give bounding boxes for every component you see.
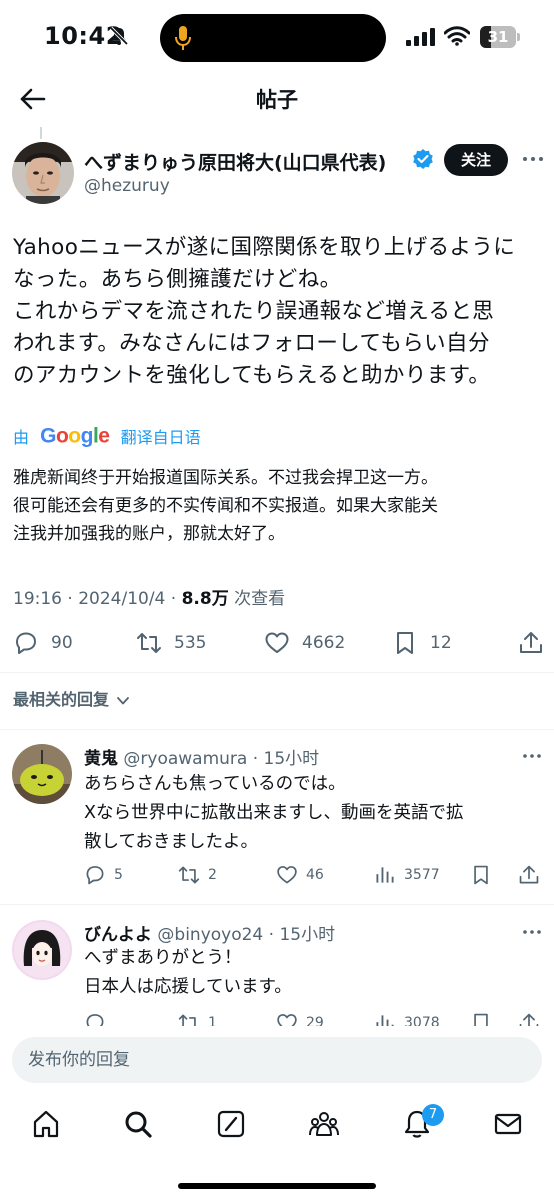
post-views-count: 8.8万 <box>181 589 229 609</box>
translated-text: 雅虎新闻终于开始报道国际关系。不过我会捍卫这一方。 很可能还会有更多的不实传闻和… <box>13 468 438 544</box>
reply-count: 5 <box>114 867 123 883</box>
reply-action-bar: 5 2 46 3577 <box>84 862 544 892</box>
more-options-icon[interactable] <box>520 744 544 768</box>
tab-messages[interactable] <box>492 1108 524 1140</box>
post-views-label: 次查看 <box>228 589 286 609</box>
reply-author-handle[interactable]: @ryoawamura · 15小时 <box>118 749 319 769</box>
chevron-down-icon <box>116 696 129 704</box>
author-handle[interactable]: @hezuruy <box>84 176 170 196</box>
google-logo: Google <box>40 424 110 448</box>
views-count: 3577 <box>404 867 440 883</box>
reply-header: びんよよ @binyoyo24 · 15小时 <box>84 920 335 945</box>
cellular-signal-icon <box>406 28 435 46</box>
post-body-text: Yahooニュースが遂に国際関係を取り上げるように なった。あちら側擁護だけどね… <box>13 235 516 388</box>
reply-avatar[interactable] <box>12 920 72 980</box>
reply-icon <box>16 632 36 654</box>
reply-text: へずまありがとう！ 日本人は応援しています。 <box>84 948 292 997</box>
divider <box>0 672 554 673</box>
reply-author-handle[interactable]: @binyoyo24 · 15小时 <box>152 925 335 945</box>
heart-icon <box>265 632 289 653</box>
reply-text: あちらさんも焦っているのでは。 Xなら世界中に拡散出来ますし、動画を英語で拡 散… <box>84 774 464 852</box>
post-meta: 19:16 · 2024/10/4 · 8.8万 次查看 <box>13 584 285 609</box>
repost-count: 2 <box>208 867 217 883</box>
reply-author-name[interactable]: びんよよ <box>84 925 152 945</box>
translate-source-label: 翻译自日语 <box>120 428 201 448</box>
verified-badge-icon <box>413 149 433 169</box>
analytics-icon <box>376 867 394 883</box>
thread-connector <box>40 127 42 139</box>
bell-muted-icon <box>109 26 129 46</box>
share-icon <box>519 865 539 884</box>
heart-icon <box>277 866 297 884</box>
bookmark-icon <box>474 865 488 885</box>
like-count: 46 <box>306 867 324 883</box>
tab-search[interactable] <box>122 1108 154 1140</box>
follow-button[interactable]: 关注 <box>444 144 508 176</box>
repost-count: 535 <box>174 633 207 653</box>
microphone-icon <box>175 26 191 50</box>
share-icon <box>520 632 542 653</box>
post-timestamp[interactable]: 19:16 · 2024/10/4 · <box>13 589 182 609</box>
battery-percent: 31 <box>487 28 509 46</box>
bookmark-icon <box>397 632 413 654</box>
reply-input[interactable]: 发布你的回复 <box>12 1037 542 1083</box>
grok-icon <box>217 1110 245 1138</box>
tab-communities[interactable] <box>308 1108 340 1140</box>
reply-avatar[interactable] <box>12 744 72 804</box>
more-options-icon[interactable] <box>520 146 546 172</box>
divider <box>0 904 554 905</box>
status-bar: 10:42 31 <box>0 0 554 78</box>
reply-icon <box>86 866 104 885</box>
author-name[interactable]: へずまりゅう原田将大(山口県代表) <box>84 148 386 175</box>
home-indicator <box>178 1183 376 1189</box>
more-options-icon[interactable] <box>520 920 544 944</box>
like-count: 4662 <box>302 633 346 653</box>
reply-count: 90 <box>51 633 73 653</box>
repost-icon <box>178 866 200 884</box>
tab-grok[interactable] <box>215 1108 247 1140</box>
post-action-bar: 90 535 4662 12 <box>0 626 554 666</box>
communities-icon <box>309 1112 339 1136</box>
reply-header: 黄鬼 @ryoawamura · 15小时 <box>84 744 319 769</box>
divider <box>0 729 554 730</box>
reply-sort-selector[interactable]: 最相关的回复 <box>13 686 131 710</box>
mail-icon <box>494 1113 522 1135</box>
translation-attribution[interactable]: 由 Google 翻译自日语 <box>13 424 201 450</box>
repost-icon <box>137 633 161 653</box>
reply-author-name[interactable]: 黄鬼 <box>84 749 118 769</box>
home-icon <box>33 1110 59 1138</box>
battery-indicator: 31 <box>480 26 520 48</box>
top-header: 帖子 <box>0 78 554 118</box>
reply-sort-label: 最相关的回复 <box>13 690 110 709</box>
page-title: 帖子 <box>256 88 298 112</box>
wifi-icon <box>444 26 470 46</box>
author-avatar[interactable] <box>12 142 74 204</box>
tab-home[interactable] <box>30 1108 62 1140</box>
search-icon <box>125 1111 152 1138</box>
translate-prefix: 由 <box>13 428 30 448</box>
bookmark-count: 12 <box>430 633 452 653</box>
notifications-badge: 7 <box>422 1104 444 1126</box>
